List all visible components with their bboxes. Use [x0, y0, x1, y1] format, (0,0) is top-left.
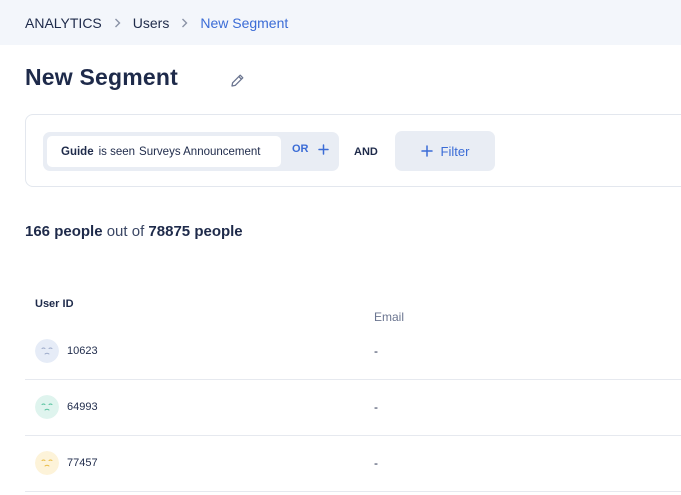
total-count: 78875: [148, 223, 191, 240]
and-label: AND: [354, 146, 378, 158]
plus-icon: [420, 145, 433, 157]
add-filter-button[interactable]: Filter: [395, 131, 495, 171]
or-label: OR: [292, 143, 309, 155]
column-header-email[interactable]: Email: [374, 310, 404, 324]
filter-condition-chip[interactable]: Guide is seen Surveys Announcement: [47, 136, 281, 167]
pencil-icon[interactable]: [229, 72, 246, 89]
user-email: -: [374, 456, 378, 470]
avatar-icon: [35, 395, 59, 419]
add-filter-label: Filter: [440, 143, 470, 159]
total-unit: people: [194, 223, 243, 240]
add-or-condition-button[interactable]: OR: [292, 143, 329, 155]
condition-operator: is seen: [98, 145, 136, 158]
user-email: -: [374, 344, 378, 358]
chevron-right-icon: [114, 18, 121, 28]
avatar-icon: [35, 451, 59, 475]
filter-panel: Guide is seen Surveys Announcement OR AN…: [25, 114, 681, 187]
avatar-icon: [35, 339, 59, 363]
column-header-user-id[interactable]: User ID: [35, 298, 74, 310]
breadcrumb-users[interactable]: Users: [133, 15, 170, 31]
page-title: New Segment: [25, 64, 179, 90]
matched-count: 166: [25, 223, 51, 240]
user-id: 10623: [67, 345, 98, 357]
matched-unit: people: [54, 223, 103, 240]
table-row[interactable]: 10623 -: [25, 324, 681, 380]
plus-icon: [317, 143, 329, 155]
table-row[interactable]: 77457 -: [25, 436, 681, 492]
user-id: 77457: [67, 457, 98, 469]
user-email: -: [374, 400, 378, 414]
chevron-right-icon: [181, 18, 188, 28]
condition-field: Guide: [61, 145, 94, 158]
breadcrumb-analytics[interactable]: ANALYTICS: [25, 15, 102, 31]
condition-group: Guide is seen Surveys Announcement OR: [43, 132, 339, 171]
breadcrumb: ANALYTICS Users New Segment: [0, 0, 681, 45]
out-of-label: out of: [106, 223, 145, 240]
condition-value: Surveys Announcement: [139, 145, 261, 158]
user-id: 64993: [67, 401, 98, 413]
people-count-summary: 166 people out of 78875 people: [25, 223, 243, 240]
table-row[interactable]: 64993 -: [25, 380, 681, 436]
breadcrumb-new-segment: New Segment: [200, 14, 289, 31]
